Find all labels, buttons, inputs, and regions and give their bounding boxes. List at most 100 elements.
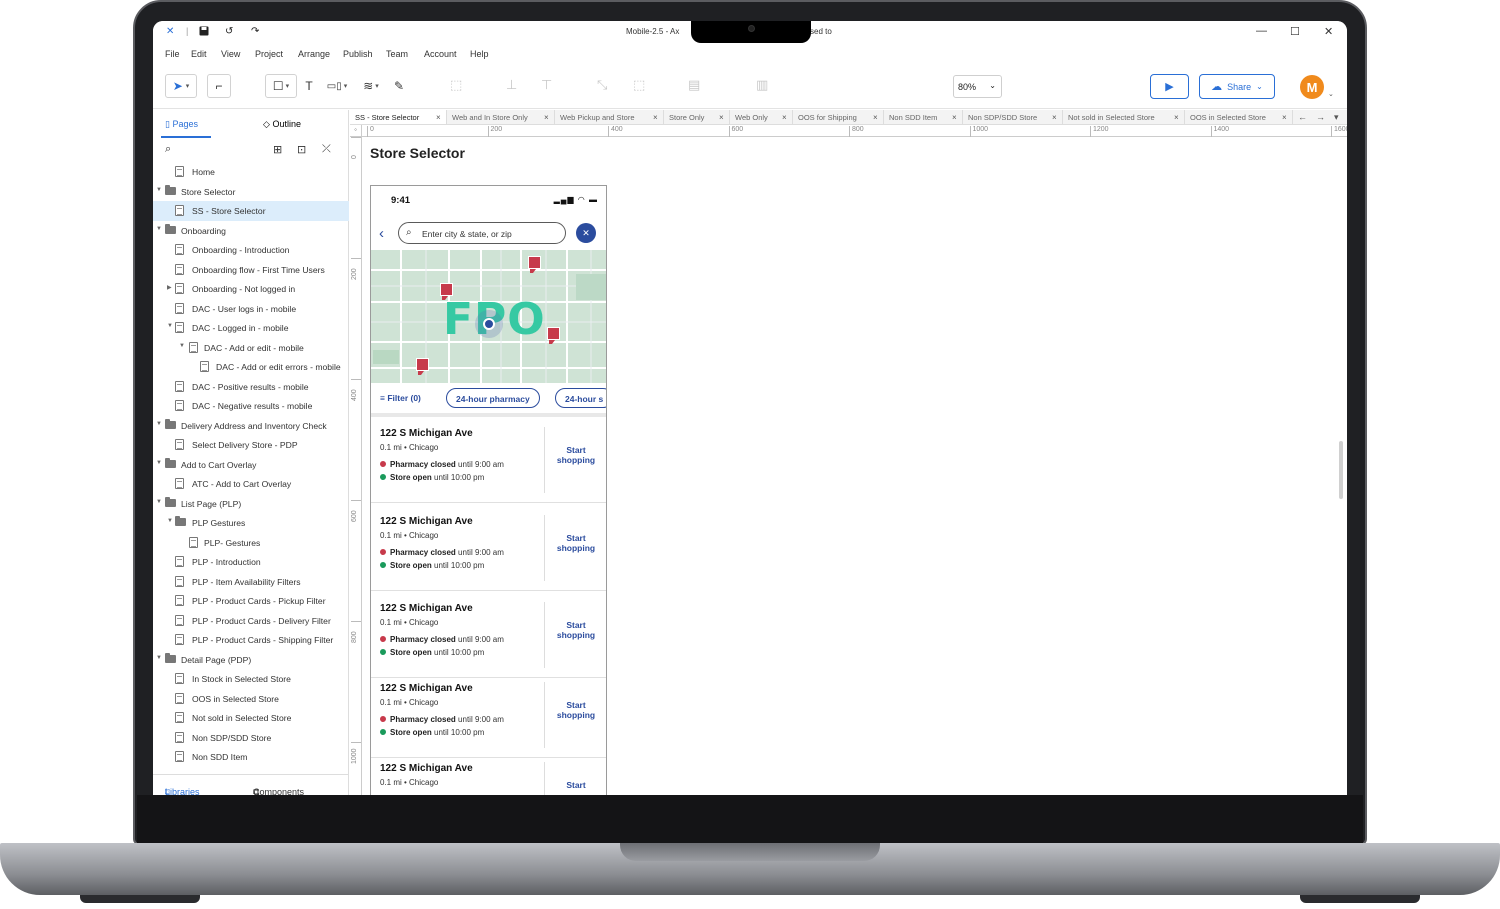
- expand-arrow-icon[interactable]: ▼: [179, 343, 185, 349]
- store-card[interactable]: 122 S Michigan Ave 0.1 mi • Chicago Start: [371, 752, 606, 795]
- expand-arrow-icon[interactable]: ▼: [167, 518, 173, 524]
- minimize-button[interactable]: —: [1256, 25, 1267, 37]
- menu-help[interactable]: Help: [470, 49, 489, 59]
- page-item[interactable]: DAC - User logs in - mobile: [153, 299, 349, 319]
- back-chevron-icon[interactable]: ‹: [379, 225, 384, 242]
- start-shopping-button[interactable]: Start: [551, 780, 601, 790]
- doc-tab[interactable]: Not sold in Selected Store ×: [1063, 110, 1185, 124]
- close-tab-icon[interactable]: ×: [952, 113, 957, 122]
- start-shopping-button[interactable]: Start shopping: [551, 700, 601, 720]
- expand-arrow-icon[interactable]: ▼: [156, 499, 162, 505]
- store-search-input[interactable]: ⌕ Enter city & state, or zip: [398, 222, 566, 244]
- menu-project[interactable]: Project: [255, 49, 283, 59]
- page-item[interactable]: Non SDD Item: [153, 747, 349, 762]
- menu-account[interactable]: Account: [424, 49, 457, 59]
- start-shopping-button[interactable]: Start shopping: [551, 445, 601, 465]
- tab-pages[interactable]: ▯ Pages: [165, 119, 198, 130]
- page-item[interactable]: PLP - Product Cards - Shipping Filter: [153, 630, 349, 650]
- folder-item[interactable]: ▼ Delivery Address and Inventory Check: [153, 416, 349, 436]
- store-card[interactable]: 122 S Michigan Ave 0.1 mi • Chicago Pharma…: [371, 505, 606, 591]
- close-tab-icon[interactable]: ×: [1174, 113, 1179, 122]
- tab-outline[interactable]: ◇ Outline: [263, 119, 301, 130]
- collapse-all-icon[interactable]: ⤫: [322, 143, 331, 156]
- undo-icon[interactable]: ↺: [225, 26, 233, 37]
- doc-tab[interactable]: Web Pickup and Store ×: [555, 110, 664, 124]
- folder-item[interactable]: ▼ Add to Cart Overlay: [153, 455, 349, 475]
- page-item[interactable]: ▼ DAC - Logged in - mobile: [153, 318, 349, 338]
- page-item[interactable]: DAC - Add or edit errors - mobile: [153, 357, 349, 377]
- page-item[interactable]: PLP - Product Cards - Pickup Filter: [153, 591, 349, 611]
- folder-item[interactable]: ▼ PLP Gestures: [153, 513, 349, 533]
- tabs-menu-icon[interactable]: ▾: [1334, 112, 1339, 123]
- start-shopping-button[interactable]: Start shopping: [551, 533, 601, 553]
- expand-arrow-icon[interactable]: ▼: [156, 421, 162, 427]
- menu-publish[interactable]: Publish: [343, 49, 373, 59]
- pointer-tool-button[interactable]: ➤ ▾: [165, 74, 197, 98]
- doc-tab[interactable]: Web and In Store Only ×: [447, 110, 555, 124]
- preview-button[interactable]: ▶: [1150, 74, 1189, 99]
- page-item[interactable]: PLP- Gestures: [153, 533, 349, 553]
- maximize-button[interactable]: ☐: [1290, 25, 1300, 38]
- share-button[interactable]: ☁ Share ⌄: [1199, 74, 1275, 99]
- store-card[interactable]: 122 S Michigan Ave 0.1 mi • Chicago Pharma…: [371, 672, 606, 758]
- page-item[interactable]: DAC - Positive results - mobile: [153, 377, 349, 397]
- store-pin-icon[interactable]: [528, 256, 541, 273]
- store-card[interactable]: 122 S Michigan Ave 0.1 mi • Chicago Pharma…: [371, 417, 606, 503]
- store-card[interactable]: 122 S Michigan Ave 0.1 mi • Chicago Pharma…: [371, 592, 606, 678]
- page-item[interactable]: OOS in Selected Store: [153, 689, 349, 709]
- close-tab-icon[interactable]: ×: [782, 113, 787, 122]
- scroll-tabs-left-icon[interactable]: ←: [1298, 112, 1307, 122]
- add-folder-icon[interactable]: ⊡: [297, 143, 306, 156]
- close-tab-icon[interactable]: ×: [1052, 113, 1057, 122]
- doc-tab[interactable]: Non SDD Item ×: [884, 110, 963, 124]
- page-item[interactable]: Select Delivery Store - PDP: [153, 435, 349, 455]
- close-tab-icon[interactable]: ×: [873, 113, 878, 122]
- axure-logo-icon[interactable]: ✕: [166, 26, 174, 37]
- page-item[interactable]: In Stock in Selected Store: [153, 669, 349, 689]
- close-tab-icon[interactable]: ×: [436, 113, 441, 122]
- expand-arrow-icon[interactable]: ▼: [156, 460, 162, 466]
- menu-file[interactable]: File: [165, 49, 180, 59]
- menu-arrange[interactable]: Arrange: [298, 49, 330, 59]
- doc-tab[interactable]: Web Only ×: [730, 110, 793, 124]
- expand-arrow-icon[interactable]: ▼: [156, 187, 162, 193]
- text-tool-button[interactable]: T: [299, 74, 319, 98]
- search-icon[interactable]: ⌕: [165, 143, 171, 156]
- doc-tab[interactable]: Store Only ×: [664, 110, 730, 124]
- redo-icon[interactable]: ↷: [251, 26, 259, 37]
- filter-chip-24h-store[interactable]: 24-hour s: [555, 388, 606, 408]
- close-tab-icon[interactable]: ×: [1282, 113, 1287, 122]
- folder-item[interactable]: ▼ List Page (PLP): [153, 494, 349, 514]
- avatar[interactable]: M: [1300, 75, 1324, 99]
- close-tab-icon[interactable]: ×: [719, 113, 724, 122]
- connector-tool-button[interactable]: ⌐: [207, 74, 231, 98]
- expand-arrow-icon[interactable]: ▼: [167, 323, 173, 329]
- layers-button[interactable]: ≋ ▾: [356, 74, 386, 98]
- page-item[interactable]: Onboarding - Introduction: [153, 240, 349, 260]
- close-tab-icon[interactable]: ×: [544, 113, 549, 122]
- expand-arrow-icon[interactable]: ▼: [156, 655, 162, 661]
- page-item[interactable]: SS - Store Selector: [153, 201, 349, 221]
- collapse-arrow-icon[interactable]: ▶: [167, 284, 172, 291]
- pen-tool-button[interactable]: ✎: [389, 74, 409, 98]
- filter-chip-24h-pharmacy[interactable]: 24-hour pharmacy: [446, 388, 540, 408]
- design-canvas[interactable]: Store Selector 9:41 ▂▄▆ ◠ ▬ ‹ ⌕ Enter ci…: [362, 138, 1347, 795]
- save-icon[interactable]: [199, 26, 209, 39]
- doc-tab[interactable]: OOS in Selected Store ×: [1185, 110, 1293, 124]
- chevron-down-icon[interactable]: ⌄: [1328, 90, 1334, 98]
- page-item[interactable]: ATC - Add to Cart Overlay: [153, 474, 349, 494]
- page-item[interactable]: Non SDP/SDD Store: [153, 728, 349, 748]
- canvas-scrollbar[interactable]: [1339, 441, 1343, 499]
- box-tool-button[interactable]: ☐ ▾: [265, 74, 297, 98]
- folder-item[interactable]: ▼ Onboarding: [153, 221, 349, 241]
- page-item[interactable]: DAC - Negative results - mobile: [153, 396, 349, 416]
- scroll-tabs-right-icon[interactable]: →: [1316, 112, 1325, 122]
- page-item[interactable]: Onboarding flow - First Time Users: [153, 260, 349, 280]
- folder-item[interactable]: ▼ Detail Page (PDP): [153, 650, 349, 670]
- page-item[interactable]: ▶ Onboarding - Not logged in: [153, 279, 349, 299]
- menu-team[interactable]: Team: [386, 49, 408, 59]
- add-page-icon[interactable]: ⊞: [273, 143, 282, 156]
- page-item[interactable]: ▼ DAC - Add or edit - mobile: [153, 338, 349, 358]
- clear-search-button[interactable]: ✕: [576, 223, 596, 243]
- expand-arrow-icon[interactable]: ▼: [156, 226, 162, 232]
